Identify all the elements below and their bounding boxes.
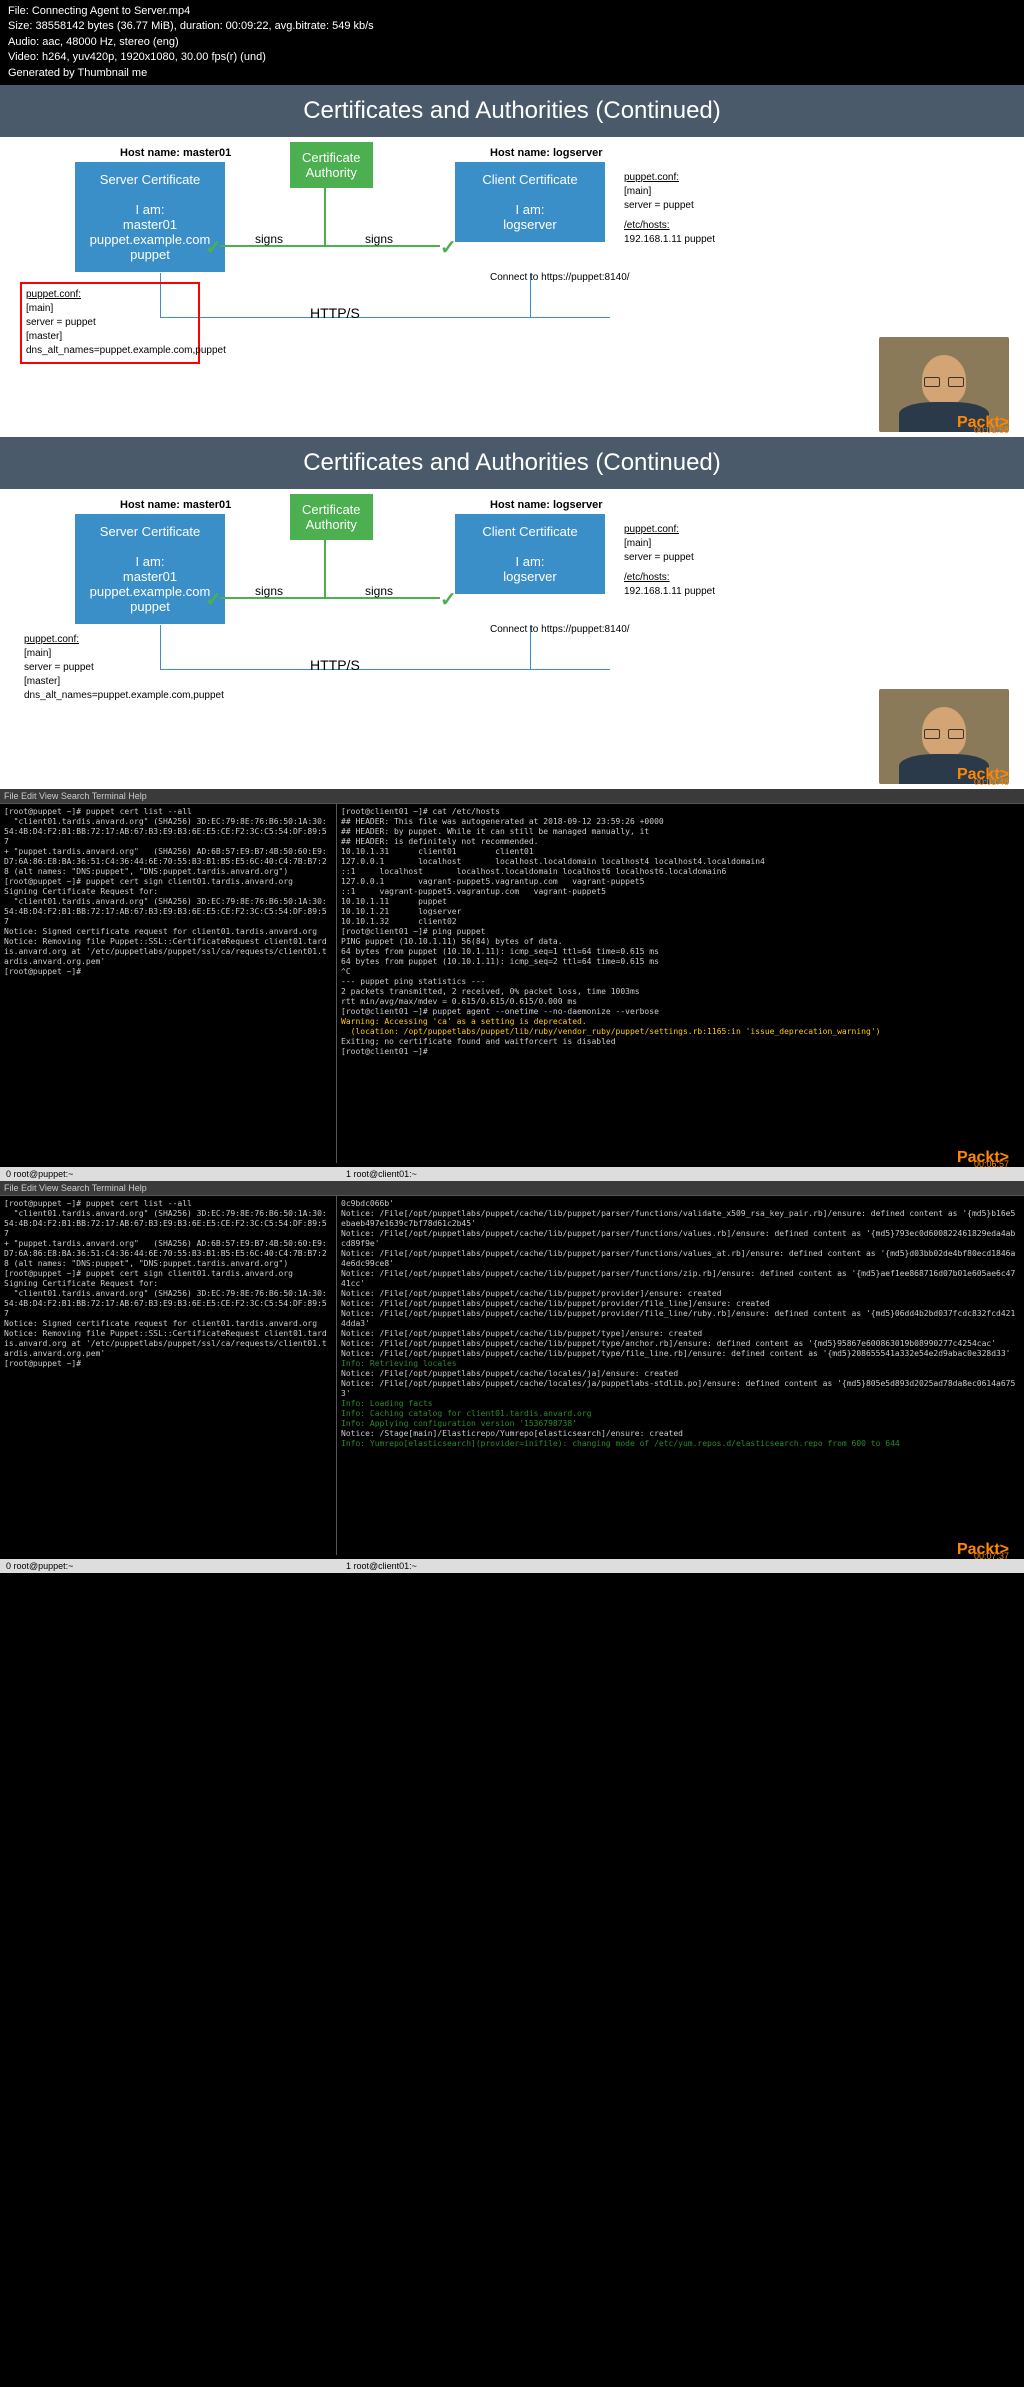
check-icon: ✓ — [440, 235, 457, 260]
puppet-conf-right: puppet.conf: [main] server = puppet — [620, 519, 760, 569]
etc-hosts-right: /etc/hosts: 192.168.1.11 puppet — [620, 567, 760, 603]
terminal-1: File Edit View Search Terminal Help [roo… — [0, 789, 1024, 1181]
terminal-menu[interactable]: File Edit View Search Terminal Help — [0, 1181, 1024, 1196]
timestamp: 00:01:58 — [974, 425, 1009, 435]
hostname-logserver: Host name: logserver — [490, 147, 602, 159]
slide-title: Certificates and Authorities (Continued) — [0, 437, 1024, 489]
hostname-master: Host name: master01 — [120, 499, 231, 511]
diagram-area: Host name: master01 Host name: logserver… — [0, 137, 1024, 437]
line — [160, 669, 610, 670]
check-icon: ✓ — [205, 235, 222, 260]
line — [220, 245, 440, 247]
timestamp: 00:06:57 — [974, 1159, 1009, 1169]
line — [220, 597, 440, 599]
puppet-conf-left: puppet.conf: [main] server = puppet [mas… — [20, 282, 200, 364]
check-icon: ✓ — [440, 587, 457, 612]
check-icon: ✓ — [205, 587, 222, 612]
signs-label: signs — [365, 232, 393, 246]
ca-box: Certificate Authority — [290, 142, 373, 188]
terminal-menu[interactable]: File Edit View Search Terminal Help — [0, 789, 1024, 804]
timestamp: 00:03:48 — [974, 777, 1009, 787]
puppet-conf-right: puppet.conf: [main] server = puppet — [620, 167, 760, 217]
server-cert-box: Server Certificate I am: master01 puppet… — [75, 514, 225, 624]
ca-box: Certificate Authority — [290, 494, 373, 540]
server-cert-box: Server Certificate I am: master01 puppet… — [75, 162, 225, 272]
terminal-right-pane[interactable]: [root@client01 ~]# cat /etc/hosts ## HEA… — [336, 803, 1024, 1163]
terminal-left-pane[interactable]: [root@puppet ~]# puppet cert list --all … — [0, 1195, 334, 1555]
https-label: HTTP/S — [310, 657, 360, 673]
hostname-master: Host name: master01 — [120, 147, 231, 159]
connect-label: Connect to https://puppet:8140/ — [490, 624, 630, 635]
connect-label: Connect to https://puppet:8140/ — [490, 272, 630, 283]
terminal-right-pane[interactable]: 0c9bdc066b' Notice: /File[/opt/puppetlab… — [336, 1195, 1024, 1555]
client-cert-box: Client Certificate I am: logserver — [455, 514, 605, 594]
terminal-left-pane[interactable]: [root@puppet ~]# puppet cert list --all … — [0, 803, 334, 1163]
https-label: HTTP/S — [310, 305, 360, 321]
line — [160, 317, 610, 318]
signs-label: signs — [365, 584, 393, 598]
puppet-conf-left: puppet.conf: [main] server = puppet [mas… — [20, 629, 220, 707]
slide-title: Certificates and Authorities (Continued) — [0, 85, 1024, 137]
line — [324, 185, 326, 245]
timestamp: 00:07:37 — [974, 1551, 1009, 1561]
signs-label: signs — [255, 232, 283, 246]
terminal-2: File Edit View Search Terminal Help [roo… — [0, 1181, 1024, 1573]
diagram-area: Host name: master01 Host name: logserver… — [0, 489, 1024, 789]
signs-label: signs — [255, 584, 283, 598]
client-cert-box: Client Certificate I am: logserver — [455, 162, 605, 242]
hostname-logserver: Host name: logserver — [490, 499, 602, 511]
terminal-status: 0 root@puppet:~ 1 root@client01:~ — [0, 1559, 1024, 1573]
terminal-status: 0 root@puppet:~ 1 root@client01:~ — [0, 1167, 1024, 1181]
video-info: File: Connecting Agent to Server.mp4 Siz… — [0, 0, 1024, 85]
etc-hosts-right: /etc/hosts: 192.168.1.11 puppet — [620, 215, 760, 251]
slide-2: Certificates and Authorities (Continued)… — [0, 437, 1024, 789]
line — [324, 537, 326, 597]
slide-1: Certificates and Authorities (Continued)… — [0, 85, 1024, 437]
